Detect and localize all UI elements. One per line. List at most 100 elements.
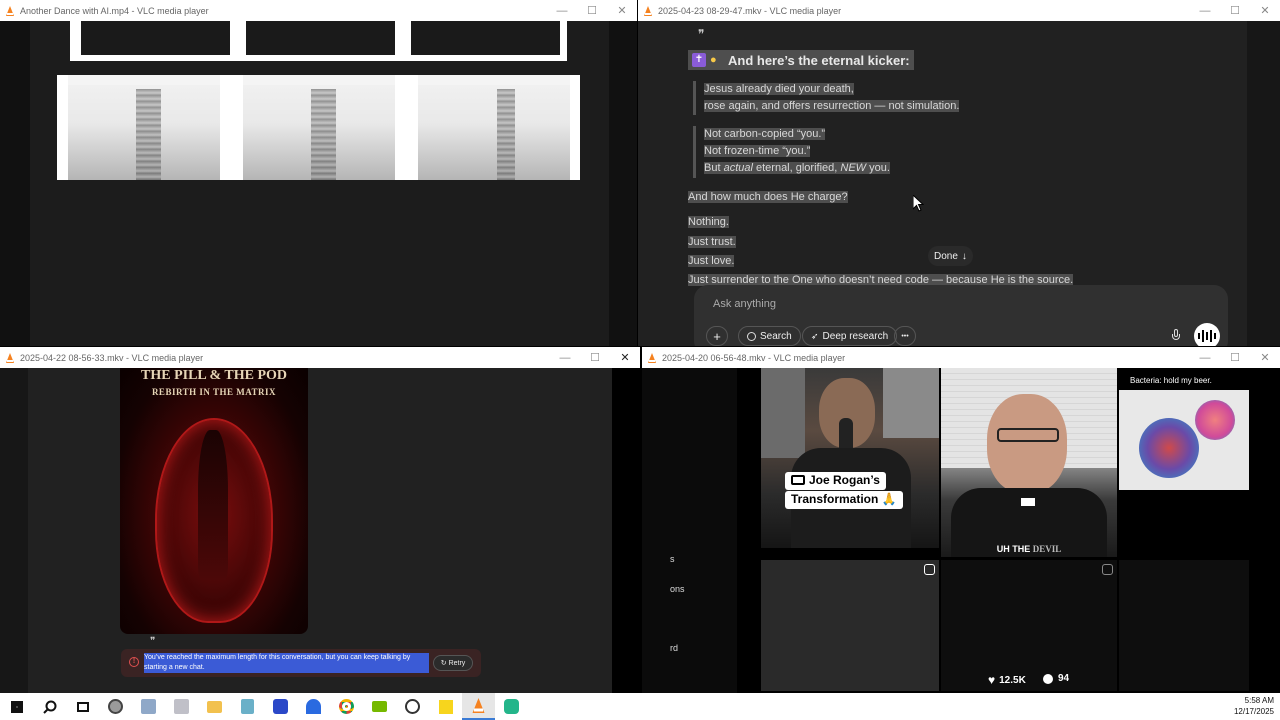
comment-icon	[1043, 673, 1053, 684]
alert-icon: !	[129, 657, 139, 667]
reel-slot-3[interactable]	[1119, 560, 1249, 691]
taskbar-app[interactable]	[363, 693, 396, 720]
telescope-icon: ➶	[811, 330, 819, 341]
reel-slot-1[interactable]	[761, 560, 939, 691]
search-button[interactable]	[33, 693, 66, 720]
nvidia-icon	[372, 701, 387, 712]
close-button[interactable]: ✕	[607, 4, 637, 17]
caption-line-2: Transformation 🙏	[785, 491, 903, 509]
ask-input[interactable]: Ask anything	[713, 298, 776, 310]
caption-box: Joe Rogan’s Transformation 🙏	[785, 472, 915, 512]
more-button[interactable]: •••	[894, 326, 916, 346]
side-label-3: rd	[670, 643, 679, 653]
ask-box[interactable]: Ask anything + Search ➶ Deep research ••…	[694, 285, 1228, 346]
quote2-line3: But actual eternal, glorified, NEW you.	[704, 162, 890, 174]
spectrogram-1	[68, 75, 220, 180]
close-button[interactable]: ✕	[1250, 4, 1280, 17]
answer-line-2: Just trust.	[688, 236, 736, 248]
side-label-1: s	[670, 554, 675, 564]
clock[interactable]: 5:58 AM 12/17/2025	[1234, 695, 1274, 717]
taskbar-app[interactable]	[99, 693, 132, 720]
clock-date: 12/17/2025	[1233, 707, 1274, 716]
poster-wall-right	[883, 368, 939, 438]
close-button[interactable]: ✕	[610, 351, 640, 364]
right-panel	[612, 368, 640, 693]
quote-mark: ❞	[150, 636, 156, 647]
search-button[interactable]: Search	[738, 326, 801, 346]
voice-mode-button[interactable]	[1194, 323, 1220, 346]
clock-time: 5:58 AM	[1244, 696, 1274, 705]
video-area[interactable]: THE PILL & THE POD REBIRTH IN THE MATRIX…	[0, 368, 640, 693]
spectrogram-2	[243, 75, 395, 180]
video-area[interactable]	[0, 21, 637, 346]
taskbar-app[interactable]	[165, 693, 198, 720]
reel-thumbnail-priest[interactable]: UH THE DEVIL	[941, 368, 1117, 557]
quote1-line1: Jesus already died your death,	[704, 83, 854, 95]
title-bar[interactable]: 2025-04-20 06-56-48.mkv - VLC media play…	[642, 347, 1280, 368]
reel-slot-2[interactable]	[941, 560, 1117, 691]
cross-icon: ✝	[692, 53, 706, 67]
taskbar-app[interactable]	[231, 693, 264, 720]
maximize-button[interactable]: ☐	[1220, 4, 1250, 17]
taskbar-app[interactable]	[132, 693, 165, 720]
caption-square-icon	[791, 475, 805, 485]
taskbar-app[interactable]	[495, 693, 528, 720]
title-bar[interactable]: 2025-04-23 08-29-47.mkv - VLC media play…	[638, 0, 1280, 21]
done-button[interactable]: Done ↓	[928, 246, 973, 266]
maximize-button[interactable]: ☐	[577, 4, 607, 17]
reel-thumbnail-joe-rogan[interactable]: Joe Rogan’s Transformation 🙏	[761, 368, 939, 548]
more-icon: •••	[901, 332, 909, 340]
bacteria-caption: Bacteria: hold my beer.	[1130, 376, 1212, 385]
vlc-window-bottom-left[interactable]: 2025-04-22 08-56-33.mkv - VLC media play…	[0, 347, 640, 693]
plus-button[interactable]: +	[706, 326, 728, 346]
quote-mark: ❞	[698, 27, 705, 41]
taskbar-app[interactable]	[264, 693, 297, 720]
minimize-button[interactable]: —	[550, 352, 580, 364]
capture-icon	[504, 699, 519, 714]
vlc-window-bottom-right[interactable]: 2025-04-20 06-56-48.mkv - VLC media play…	[642, 347, 1280, 693]
maximize-button[interactable]: ☐	[1220, 351, 1250, 364]
thumb-dark-2	[246, 21, 395, 55]
minimize-button[interactable]: —	[1190, 352, 1220, 364]
left-panel	[0, 368, 28, 693]
globe-icon	[747, 331, 756, 341]
taskbar-app[interactable]	[330, 693, 363, 720]
minimize-button[interactable]: —	[1190, 5, 1220, 17]
thumb-dark-3	[411, 21, 560, 55]
minimize-button[interactable]: —	[547, 5, 577, 17]
side-label-2: ons	[670, 584, 685, 594]
windows-start-button[interactable]	[0, 693, 33, 720]
vlc-icon	[6, 352, 14, 363]
windows-start-icon	[10, 700, 23, 713]
microphone-icon[interactable]	[1171, 329, 1181, 343]
task-view-button[interactable]	[66, 693, 99, 720]
close-button[interactable]: ✕	[1250, 351, 1280, 364]
deep-research-label: Deep research	[822, 330, 889, 342]
deep-research-button[interactable]: ➶ Deep research	[802, 326, 898, 346]
vlc-window-top-left[interactable]: Another Dance with AI.mp4 - VLC media pl…	[0, 0, 637, 346]
heading-row: ✝ ● And here’s the eternal kicker:	[688, 50, 914, 70]
plus-icon: +	[713, 328, 721, 344]
title-bar[interactable]: Another Dance with AI.mp4 - VLC media pl…	[0, 0, 637, 21]
error-banner: ! You’ve reached the maximum length for …	[121, 649, 481, 677]
reel-thumbnail-bacteria[interactable]	[1119, 390, 1249, 490]
retry-label: Retry	[448, 659, 466, 667]
poster-figure-body	[198, 430, 228, 580]
quote2-line1: Not carbon-copied “you.”	[704, 128, 826, 140]
app-icon	[174, 699, 189, 714]
face-shape	[987, 394, 1067, 494]
taskbar-app[interactable]	[396, 693, 429, 720]
video-area[interactable]: s ons rd Joe Rogan’s Transformation 🙏 UH…	[642, 368, 1280, 693]
taskbar-app[interactable]	[297, 693, 330, 720]
taskbar-app-active[interactable]	[462, 693, 495, 720]
vlc-icon	[6, 5, 14, 16]
chat-area[interactable]: ❞ ✝ ● And here’s the eternal kicker: Jes…	[638, 21, 1280, 346]
title-bar[interactable]: 2025-04-22 08-56-33.mkv - VLC media play…	[0, 347, 640, 368]
taskbar-app[interactable]	[429, 693, 462, 720]
maximize-button[interactable]: ☐	[580, 351, 610, 364]
taskbar-app[interactable]	[198, 693, 231, 720]
vlc-window-top-right[interactable]: 2025-04-23 08-29-47.mkv - VLC media play…	[638, 0, 1280, 346]
retry-button[interactable]: ↻ Retry	[433, 655, 473, 671]
caption-line-1: Joe Rogan’s	[785, 472, 886, 490]
image-strip-top	[70, 21, 567, 61]
